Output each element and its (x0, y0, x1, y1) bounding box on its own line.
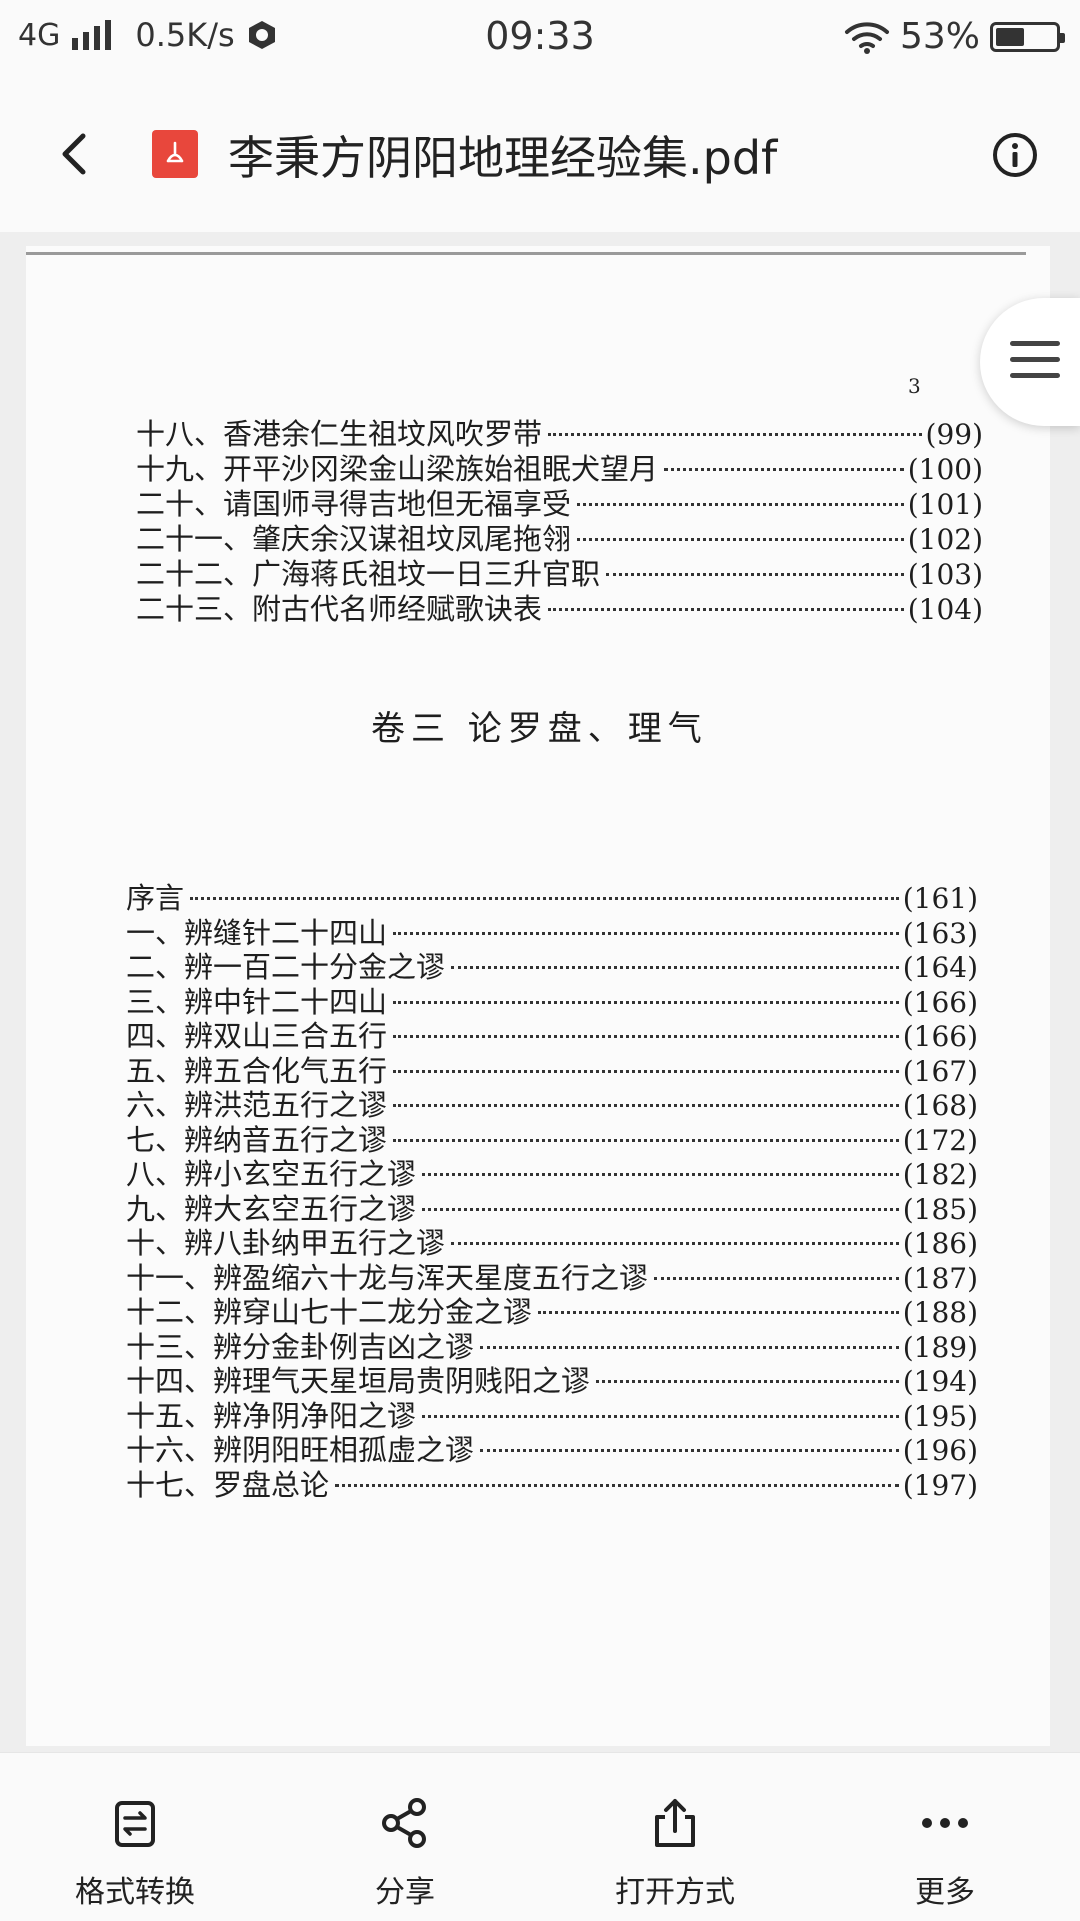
wifi-icon (844, 21, 889, 54)
toc-leader-dots (393, 977, 899, 1004)
toc-leader-dots (654, 1253, 899, 1280)
open-with-button[interactable]: 打开方式 (540, 1753, 810, 1921)
pdf-viewer[interactable]: 3 十八、香港余仁生祖坟风吹罗带 (99) 十九、开平沙冈梁金山梁族始祖眠犬望月 (1… (0, 232, 1080, 1752)
open-with-label: 打开方式 (615, 1875, 735, 1910)
toc-leader-dots (548, 409, 922, 436)
table-of-contents: 十八、香港余仁生祖坟风吹罗带 (99) 十九、开平沙冈梁金山梁族始祖眠犬望月 (100… (26, 246, 1050, 1746)
convert-icon (115, 1801, 155, 1847)
toc-leader-dots (480, 1322, 899, 1349)
toc-leader-dots (606, 549, 904, 576)
pdf-icon (152, 130, 198, 178)
toc-leader-dots (664, 444, 904, 471)
toc-leader-dots (335, 1460, 899, 1487)
toc-entry-title: 二十二、广海蒋氏祖坟一日三升官职 (136, 557, 601, 591)
section-heading: 卷三 论罗盘、理气 (371, 709, 708, 749)
toc-leader-dots (480, 1425, 899, 1452)
share-button[interactable]: 分享 (270, 1753, 540, 1921)
pdf-page: 3 十八、香港余仁生祖坟风吹罗带 (99) 十九、开平沙冈梁金山梁族始祖眠犬望月 (1… (26, 246, 1050, 1746)
toc-entry-page: (104) (907, 593, 983, 626)
toc-entry-title: 十八、香港余仁生祖坟风吹罗带 (136, 417, 543, 451)
toc-leader-dots (538, 1287, 899, 1314)
battery-percent: 53% (899, 16, 980, 57)
toc-leader-dots (393, 1046, 899, 1073)
toc-leader-dots (393, 1011, 899, 1038)
more-label: 更多 (915, 1875, 975, 1910)
toc-leader-dots (422, 1184, 899, 1211)
document-title: 李秉方阴阳地理经验集.pdf (228, 131, 778, 185)
battery-fill (996, 27, 1024, 46)
toc-entry-page: (197) (902, 1468, 978, 1502)
share-icon (382, 1798, 426, 1848)
status-bar: 4G 0.5K/s 09:33 53% (0, 0, 1080, 78)
toc-leader-dots (422, 1391, 899, 1418)
toc-entry: 二十三、附古代名师经赋歌诀表 (104) (136, 589, 983, 629)
toc-entry-title: 二十一、肇庆余汉谋祖坟凤尾拖翎 (136, 522, 572, 556)
title-bar: 李秉方阴阳地理经验集.pdf (0, 78, 1080, 232)
bottom-action-bar: 格式转换 分享 打开方式 更多 (0, 1752, 1080, 1921)
status-right: 53% (844, 16, 1065, 57)
toc-leader-dots (451, 942, 899, 969)
toc-leader-dots (596, 1356, 899, 1383)
menu-icon (1010, 341, 1060, 389)
info-icon[interactable] (990, 130, 1040, 180)
toc-entry-title: 十七、罗盘总论 (126, 1467, 330, 1502)
share-label: 分享 (375, 1875, 435, 1910)
chevron-left-icon (62, 133, 86, 175)
toc-leader-dots (393, 908, 899, 935)
toc-entry-title: 二十三、附古代名师经赋歌诀表 (136, 592, 543, 626)
battery-icon (990, 21, 1065, 52)
toc-leader-dots (393, 1080, 899, 1107)
toc-entry: 十七、罗盘总论 (197) (126, 1465, 978, 1505)
back-button[interactable] (44, 124, 104, 184)
toc-leader-dots (548, 584, 904, 611)
more-button[interactable]: 更多 (810, 1753, 1080, 1921)
toc-leader-dots (422, 1149, 899, 1176)
toc-leader-dots (393, 1115, 899, 1142)
toc-leader-dots (451, 1218, 899, 1245)
open-with-icon (655, 1799, 695, 1847)
more-icon (922, 1818, 968, 1828)
toc-leader-dots (577, 514, 904, 541)
toc-leader-dots (190, 873, 899, 900)
convert-format-button[interactable]: 格式转换 (0, 1753, 270, 1921)
toc-leader-dots (577, 479, 904, 506)
toc-entry-title: 二十、请国师寻得吉地但无福享受 (136, 487, 572, 521)
convert-format-label: 格式转换 (75, 1875, 195, 1910)
